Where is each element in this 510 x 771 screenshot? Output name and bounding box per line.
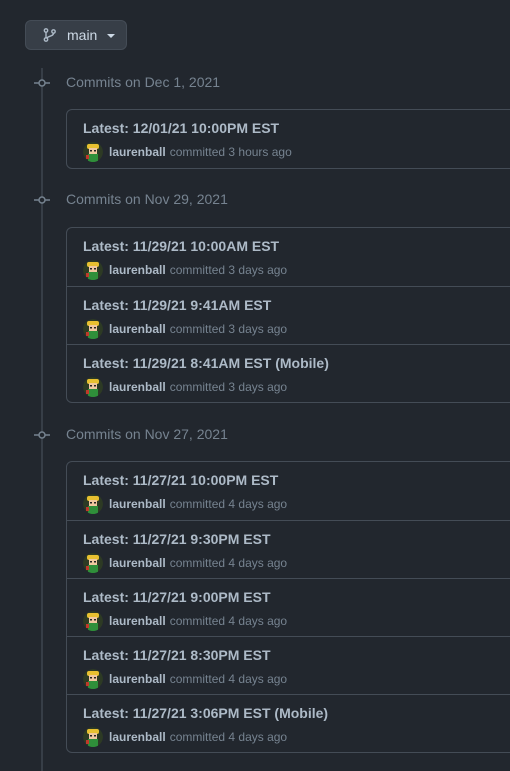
- commit-title-link[interactable]: Latest: 11/29/21 8:41AM EST (Mobile): [83, 355, 329, 371]
- commit-group-title: Commits on Nov 27, 2021: [66, 426, 228, 442]
- author-avatar[interactable]: [83, 727, 103, 747]
- author-avatar[interactable]: [83, 142, 103, 162]
- commit-row: Latest: 11/27/21 3:06PM EST (Mobile) lau…: [67, 694, 510, 752]
- commit-action: committed: [169, 322, 226, 336]
- branch-select-button[interactable]: main: [25, 20, 127, 50]
- author-avatar[interactable]: [83, 260, 103, 280]
- commit-time: 3 days ago: [228, 380, 288, 394]
- commit-row: Latest: 11/27/21 8:30PM EST laurenball c…: [67, 636, 510, 694]
- commit-meta: laurenball committed 3 days ago: [83, 319, 287, 339]
- author-avatar[interactable]: [83, 611, 103, 631]
- commit-title-link[interactable]: Latest: 11/27/21 9:30PM EST: [83, 531, 271, 547]
- commit-meta: laurenball committed 4 days ago: [83, 494, 287, 514]
- commit-title-link[interactable]: Latest: 11/29/21 10:00AM EST: [83, 238, 279, 254]
- git-commit-icon: [34, 75, 50, 91]
- author-link[interactable]: laurenball: [109, 730, 166, 744]
- author-link[interactable]: laurenball: [109, 614, 166, 628]
- author-link[interactable]: laurenball: [109, 497, 166, 511]
- commit-action: committed: [169, 730, 226, 744]
- author-link[interactable]: laurenball: [109, 263, 166, 277]
- commit-time: 3 hours ago: [228, 145, 292, 159]
- branch-name: main: [67, 27, 98, 43]
- commit-group-title: Commits on Dec 1, 2021: [66, 74, 221, 90]
- commit-time: 4 days ago: [228, 730, 288, 744]
- commit-meta: laurenball committed 3 hours ago: [83, 142, 292, 162]
- commit-meta: laurenball committed 3 days ago: [83, 260, 287, 280]
- author-avatar[interactable]: [83, 319, 103, 339]
- commit-action: committed: [169, 614, 226, 628]
- commit-list-box: Latest: 12/01/21 10:00PM EST laurenball …: [66, 109, 510, 169]
- commit-meta: laurenball committed 4 days ago: [83, 611, 287, 631]
- commit-action: committed: [169, 556, 226, 570]
- author-link[interactable]: laurenball: [109, 145, 166, 159]
- commit-meta: laurenball committed 3 days ago: [83, 377, 287, 397]
- commit-title-link[interactable]: Latest: 11/27/21 8:30PM EST: [83, 647, 271, 663]
- commit-title-link[interactable]: Latest: 11/29/21 9:41AM EST: [83, 297, 271, 313]
- commit-action: committed: [169, 263, 226, 277]
- commit-title-link[interactable]: Latest: 11/27/21 3:06PM EST (Mobile): [83, 705, 328, 721]
- commit-title-link[interactable]: Latest: 12/01/21 10:00PM EST: [83, 120, 279, 136]
- commit-action: committed: [169, 145, 226, 159]
- git-commit-icon: [34, 427, 50, 443]
- commit-row: Latest: 11/29/21 10:00AM EST laurenball …: [67, 228, 510, 286]
- commit-time: 3 days ago: [228, 322, 288, 336]
- commit-row: Latest: 11/27/21 9:00PM EST laurenball c…: [67, 578, 510, 636]
- author-link[interactable]: laurenball: [109, 556, 166, 570]
- commit-action: committed: [169, 672, 226, 686]
- commit-row: Latest: 11/27/21 10:00PM EST laurenball …: [67, 462, 510, 520]
- author-avatar[interactable]: [83, 494, 103, 514]
- author-avatar[interactable]: [83, 377, 103, 397]
- author-avatar[interactable]: [83, 553, 103, 573]
- git-branch-icon: [42, 27, 58, 43]
- commit-group-header: Commits on Dec 1, 2021: [0, 71, 510, 95]
- commit-action: committed: [169, 497, 226, 511]
- author-link[interactable]: laurenball: [109, 322, 166, 336]
- commit-group-header: Commits on Nov 27, 2021: [0, 423, 510, 447]
- commit-meta: laurenball committed 4 days ago: [83, 669, 287, 689]
- commit-group-header: Commits on Nov 29, 2021: [0, 188, 510, 212]
- commit-row: Latest: 11/29/21 8:41AM EST (Mobile) lau…: [67, 344, 510, 402]
- commit-time: 3 days ago: [228, 263, 288, 277]
- commit-time: 4 days ago: [228, 556, 288, 570]
- commit-title-link[interactable]: Latest: 11/27/21 10:00PM EST: [83, 472, 278, 488]
- commit-list-box: Latest: 11/27/21 10:00PM EST laurenball …: [66, 461, 510, 753]
- commit-row: Latest: 12/01/21 10:00PM EST laurenball …: [67, 110, 510, 168]
- commit-list-box: Latest: 11/29/21 10:00AM EST laurenball …: [66, 227, 510, 403]
- commit-time: 4 days ago: [228, 614, 288, 628]
- commit-group-title: Commits on Nov 29, 2021: [66, 191, 228, 207]
- commit-meta: laurenball committed 4 days ago: [83, 727, 287, 747]
- author-link[interactable]: laurenball: [109, 380, 166, 394]
- commit-action: committed: [169, 380, 226, 394]
- commit-time: 4 days ago: [228, 672, 288, 686]
- commit-row: Latest: 11/27/21 9:30PM EST laurenball c…: [67, 520, 510, 578]
- commit-title-link[interactable]: Latest: 11/27/21 9:00PM EST: [83, 589, 271, 605]
- commit-time: 4 days ago: [228, 497, 288, 511]
- commit-history-page: main Commits on Dec 1, 2021 Latest: 12/0…: [0, 0, 510, 771]
- git-commit-icon: [34, 192, 50, 208]
- commit-meta: laurenball committed 4 days ago: [83, 553, 287, 573]
- author-link[interactable]: laurenball: [109, 672, 166, 686]
- caret-down-icon: [107, 34, 116, 38]
- timeline-line: [41, 68, 43, 771]
- commit-row: Latest: 11/29/21 9:41AM EST laurenball c…: [67, 286, 510, 344]
- author-avatar[interactable]: [83, 669, 103, 689]
